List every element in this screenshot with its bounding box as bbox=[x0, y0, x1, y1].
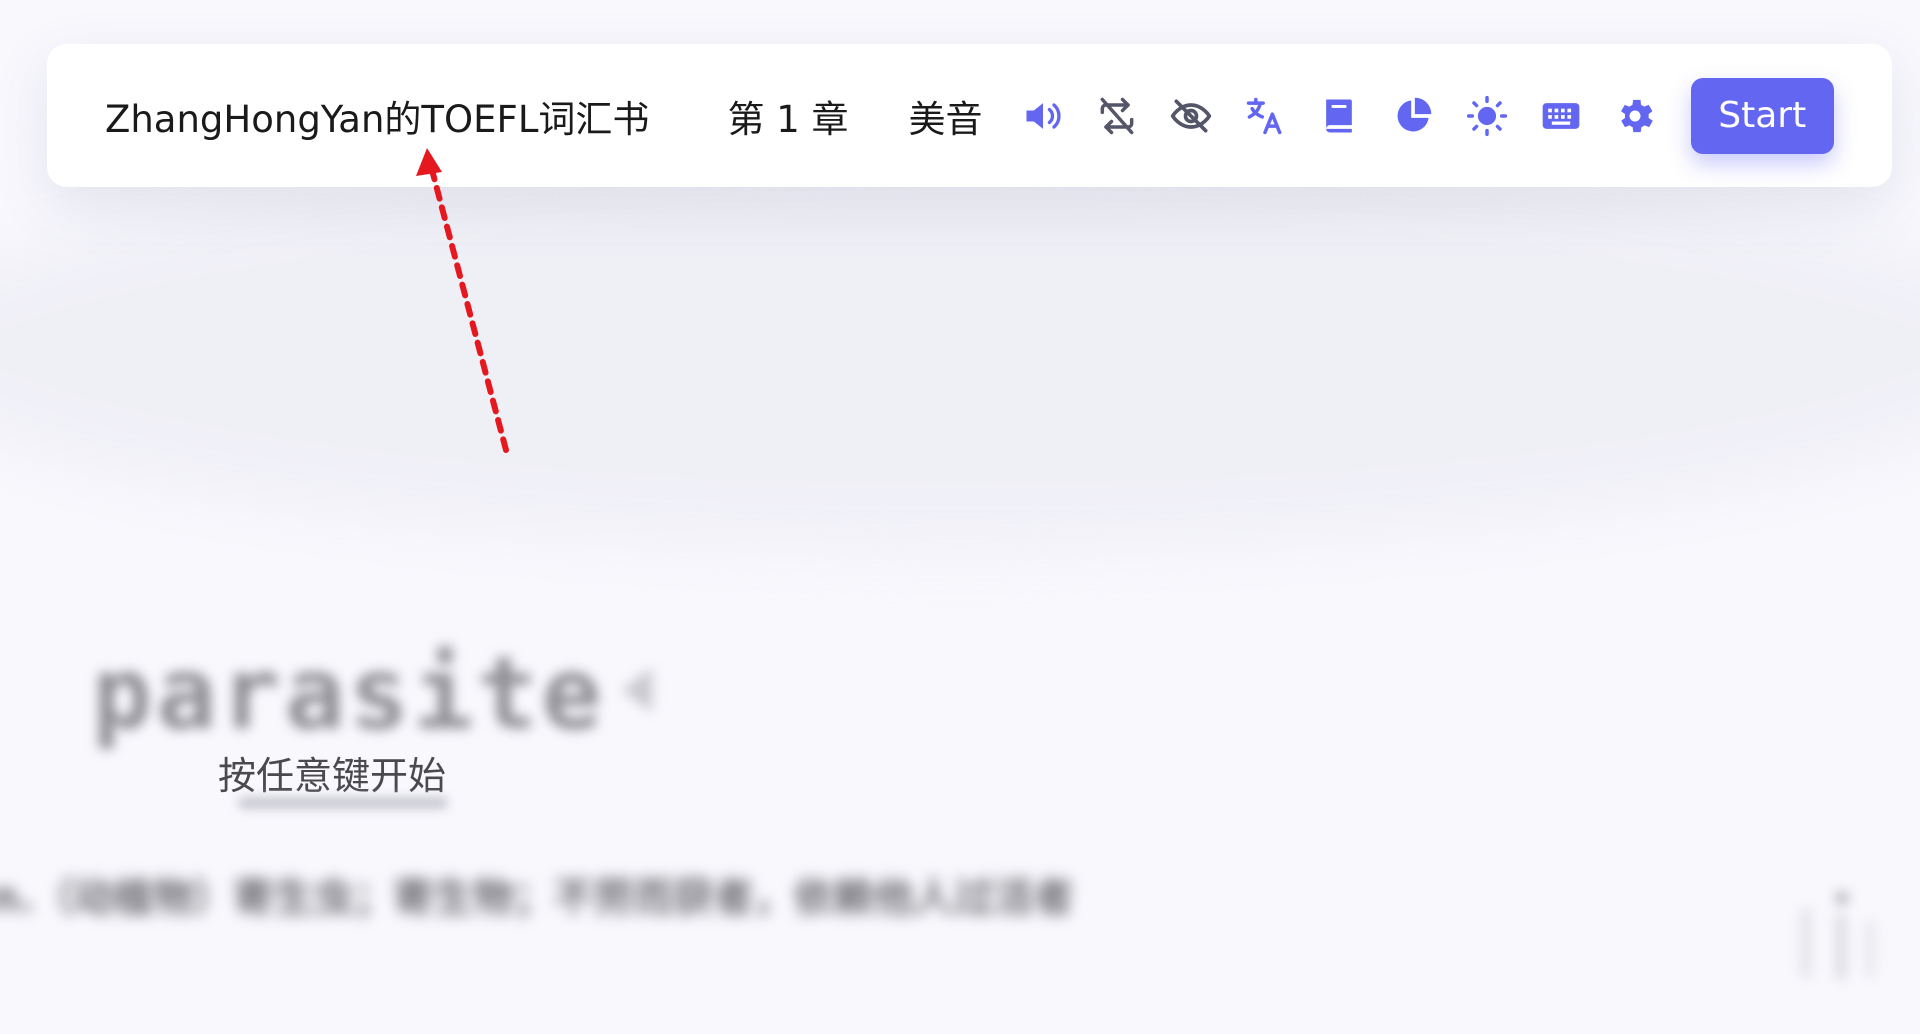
dictionary-selector[interactable]: ZhangHongYan的TOEFL词汇书 bbox=[105, 89, 649, 143]
book-icon[interactable] bbox=[1317, 93, 1361, 139]
app-page: ZhangHongYan的TOEFL词汇书 第 1 章 美音 Start par… bbox=[0, 0, 1920, 1034]
top-toolbar: ZhangHongYan的TOEFL词汇书 第 1 章 美音 Start bbox=[47, 44, 1892, 187]
word-speaker-icon bbox=[612, 660, 662, 720]
keyboard-icon[interactable] bbox=[1539, 93, 1583, 139]
pie-chart-icon[interactable] bbox=[1391, 93, 1435, 139]
phonetic-blurred bbox=[238, 797, 448, 809]
accent-selector[interactable]: 美音 bbox=[909, 89, 983, 143]
backdrop-band bbox=[0, 150, 1920, 550]
repeat-off-icon[interactable] bbox=[1095, 93, 1139, 139]
start-hint: 按任意键开始 bbox=[218, 754, 447, 798]
eye-off-icon[interactable] bbox=[1169, 93, 1213, 139]
translate-icon[interactable] bbox=[1243, 93, 1287, 139]
start-button[interactable]: Start bbox=[1690, 77, 1834, 154]
translation-blurred: n.（动植物）寄生虫；寄生物；不劳而获者，依赖他人过活者 bbox=[0, 875, 1074, 921]
gear-icon[interactable] bbox=[1613, 93, 1657, 139]
current-word-blurred: parasite bbox=[92, 635, 606, 752]
speaker-volume-icon[interactable] bbox=[1021, 93, 1065, 139]
chapter-selector[interactable]: 第 1 章 bbox=[727, 89, 848, 143]
sun-icon[interactable] bbox=[1465, 93, 1509, 139]
side-gadget-blurred bbox=[1760, 880, 1890, 990]
